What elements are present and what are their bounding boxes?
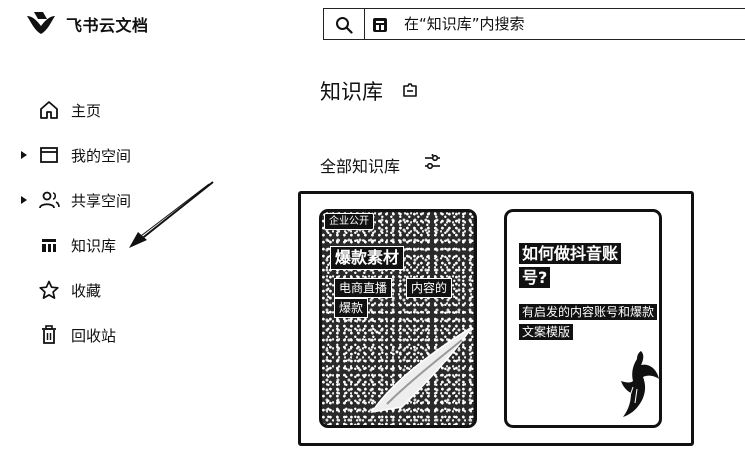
cover-illustration-icon bbox=[370, 326, 473, 414]
wiki-card[interactable]: 企业公开 爆款素材 电商直播 内容的 爆款 bbox=[319, 209, 477, 428]
sidebar-item-label: 主页 bbox=[71, 102, 102, 120]
search-icon[interactable] bbox=[335, 16, 353, 34]
sidebar: 主页 我的空间 共享空间 知识库 收藏 回收站 bbox=[0, 88, 250, 358]
wiki-card-tag: 内容的 bbox=[406, 278, 453, 298]
wiki-settings-icon[interactable] bbox=[401, 81, 419, 99]
sidebar-item-label: 回收站 bbox=[71, 327, 117, 345]
page-title: 知识库 bbox=[320, 80, 383, 104]
sidebar-item-label: 共享空间 bbox=[71, 192, 132, 210]
wiki-card[interactable]: 如何做抖音账号? 有启发的内容账号和爆款文案模版 bbox=[504, 209, 662, 428]
public-tag: 企业公开 bbox=[324, 213, 374, 230]
home-icon bbox=[40, 101, 58, 119]
app-window: 飞书云文档 主页 bbox=[0, 0, 745, 465]
folder-icon bbox=[40, 147, 58, 163]
caret-right-icon[interactable] bbox=[20, 195, 28, 205]
wiki-card-tag: 电商直播 bbox=[334, 278, 393, 298]
sidebar-item-my-space[interactable]: 我的空间 bbox=[0, 133, 250, 178]
sidebar-item-wiki[interactable]: 知识库 bbox=[0, 223, 250, 268]
search-divider bbox=[364, 9, 365, 40]
caret-right-icon[interactable] bbox=[20, 150, 28, 160]
wiki-icon bbox=[42, 239, 56, 252]
wiki-scope-icon bbox=[373, 18, 387, 32]
sidebar-item-favorites[interactable]: 收藏 bbox=[0, 268, 250, 313]
wiki-card-title: 如何做抖音账号? bbox=[519, 242, 644, 290]
eagle-illustration-icon bbox=[621, 351, 659, 417]
wiki-card-title: 爆款素材 bbox=[330, 246, 405, 270]
people-icon bbox=[39, 191, 60, 209]
filter-settings-icon[interactable] bbox=[424, 153, 441, 171]
app-logo[interactable]: 飞书云文档 bbox=[24, 10, 149, 38]
feishu-logo-icon bbox=[27, 12, 55, 34]
sidebar-item-trash[interactable]: 回收站 bbox=[0, 313, 250, 358]
sidebar-item-label: 我的空间 bbox=[71, 147, 132, 165]
sidebar-item-home[interactable]: 主页 bbox=[0, 88, 250, 133]
search-bar[interactable] bbox=[323, 8, 745, 40]
sidebar-item-shared-space[interactable]: 共享空间 bbox=[0, 178, 250, 223]
app-name: 飞书云文档 bbox=[66, 16, 149, 35]
wiki-card-subtitle: 有启发的内容账号和爆款文案模版 bbox=[519, 302, 658, 342]
sidebar-item-label: 收藏 bbox=[71, 282, 102, 300]
star-icon bbox=[39, 280, 59, 299]
section-title: 全部知识库 bbox=[320, 157, 401, 176]
sidebar-item-label: 知识库 bbox=[71, 237, 117, 255]
search-input[interactable] bbox=[404, 13, 734, 35]
trash-icon bbox=[42, 325, 56, 344]
